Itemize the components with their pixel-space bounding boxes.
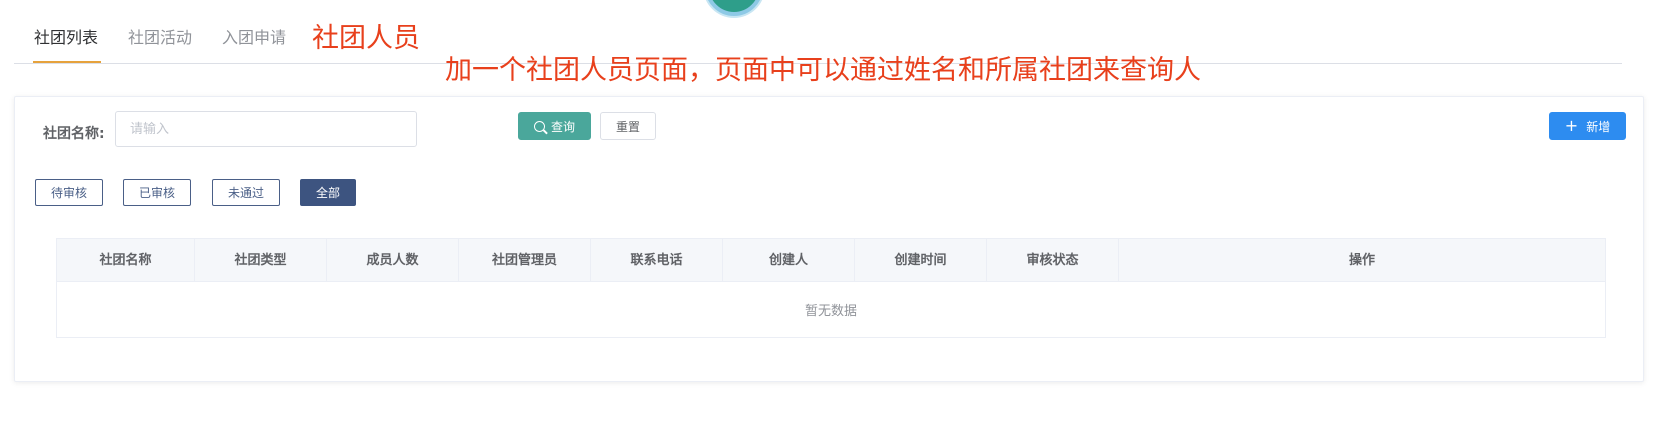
column-header-actions: 操作	[1348, 253, 1375, 268]
club-table: 社团名称 社团类型 成员人数 社团管理员 联系电话 创建人 创建时间 审核状态 …	[56, 238, 1606, 338]
query-button-label: 查询	[550, 119, 575, 134]
add-button[interactable]: + 新增	[1549, 112, 1626, 140]
column-header-creator: 创建人	[723, 239, 855, 282]
reset-button[interactable]: 重置	[600, 112, 656, 140]
add-button-label: 新增	[1586, 119, 1611, 134]
annotation-note: 加一个社团人员页面，页面中可以通过姓名和所属社团来查询人	[445, 55, 1201, 86]
status-filter-rejected[interactable]: 未通过	[212, 179, 280, 206]
club-name-input[interactable]	[115, 111, 417, 147]
column-header-member-count: 成员人数	[327, 239, 459, 282]
column-header-club-type: 社团类型	[195, 239, 327, 282]
tab-join-requests[interactable]: 入团申请	[222, 24, 286, 48]
club-list-card: 社团名称: 查询 重置 + 新增 待审核 已审核 未通过 全部 社团名称 社团类…	[14, 96, 1644, 382]
column-header-created-time: 创建时间	[855, 239, 987, 282]
search-icon	[533, 120, 545, 132]
status-filter-pending[interactable]: 待审核	[35, 179, 103, 206]
page: 社团列表 社团活动 入团申请 社团人员 加一个社团人员页面，页面中可以通过姓名和…	[0, 0, 1662, 441]
query-button[interactable]: 查询	[518, 112, 591, 140]
status-filter-approved[interactable]: 已审核	[123, 179, 191, 206]
annotation-title: 社团人员	[312, 23, 420, 54]
empty-table-message: 暂无数据	[804, 304, 857, 319]
status-filter-all[interactable]: 全部	[300, 179, 356, 206]
column-header-club-name: 社团名称	[57, 239, 195, 282]
plus-icon: +	[1564, 116, 1579, 135]
tab-club-activities[interactable]: 社团活动	[128, 24, 192, 48]
active-tab-indicator	[33, 61, 101, 63]
column-header-phone: 联系电话	[591, 239, 723, 282]
club-name-label: 社团名称:	[43, 126, 105, 142]
tab-club-list[interactable]: 社团列表	[34, 24, 98, 48]
column-header-review-status: 审核状态	[987, 239, 1119, 282]
table-header: 社团名称 社团类型 成员人数 社团管理员 联系电话 创建人 创建时间 审核状态 …	[57, 239, 1605, 282]
column-header-club-admin: 社团管理员	[459, 239, 591, 282]
